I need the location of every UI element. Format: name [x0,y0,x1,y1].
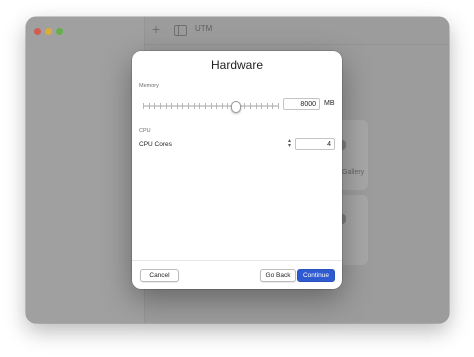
memory-slider-tick [199,103,200,109]
memory-slider-tick [216,103,217,109]
memory-slider-tick [154,103,155,109]
cancel-button[interactable]: Cancel [140,269,179,282]
memory-slider-tick [227,103,228,109]
background-card-label: Gallery [342,169,365,176]
close-window-button[interactable] [34,28,41,35]
memory-slider-tick [182,103,183,109]
memory-slider-tick [261,103,262,109]
sidebar [26,17,145,323]
memory-slider-tick [166,103,167,109]
memory-unit-label: MB [324,100,335,107]
cpu-cores-stepper-icon[interactable]: ▴ ▾ [286,138,293,150]
memory-slider-tick [267,103,268,109]
memory-slider-tick [160,103,161,109]
memory-slider-tick [272,103,273,109]
memory-slider-tick [222,103,223,109]
cpu-cores-input[interactable]: 4 [295,138,335,150]
memory-slider-tick [256,103,257,109]
memory-slider-tick [143,103,144,109]
cpu-cores-label: CPU Cores [139,141,172,148]
memory-slider-tick [211,103,212,109]
window-title: UTM [195,24,213,33]
minimize-window-button[interactable] [45,28,52,35]
memory-slider-tick [250,103,251,109]
sheet-title: Hardware [210,58,264,72]
memory-slider-tick [171,103,172,109]
memory-slider[interactable] [143,101,279,113]
go-back-button[interactable]: Go Back [260,269,296,282]
memory-slider-tick [278,103,279,109]
memory-slider-tick [188,103,189,109]
memory-slider-tick [244,103,245,109]
toolbar: + UTM [144,17,449,45]
continue-button[interactable]: Continue [297,269,335,282]
memory-section-label: Memory [139,83,159,89]
memory-slider-tick [194,103,195,109]
zoom-window-button[interactable] [56,28,63,35]
memory-input[interactable]: 8000 [283,98,320,110]
memory-slider-tick [205,103,206,109]
memory-slider-knob[interactable] [231,101,241,113]
plus-icon[interactable]: + [152,21,160,37]
cpu-section-label: CPU [139,128,151,134]
hardware-sheet: Hardware Memory 8000 MB CPU CPU Cores ▴ ▾… [132,51,342,289]
sidebar-toggle-icon[interactable] [174,25,187,36]
footer-divider [132,260,342,261]
memory-slider-tick [149,103,150,109]
memory-slider-tick [177,103,178,109]
